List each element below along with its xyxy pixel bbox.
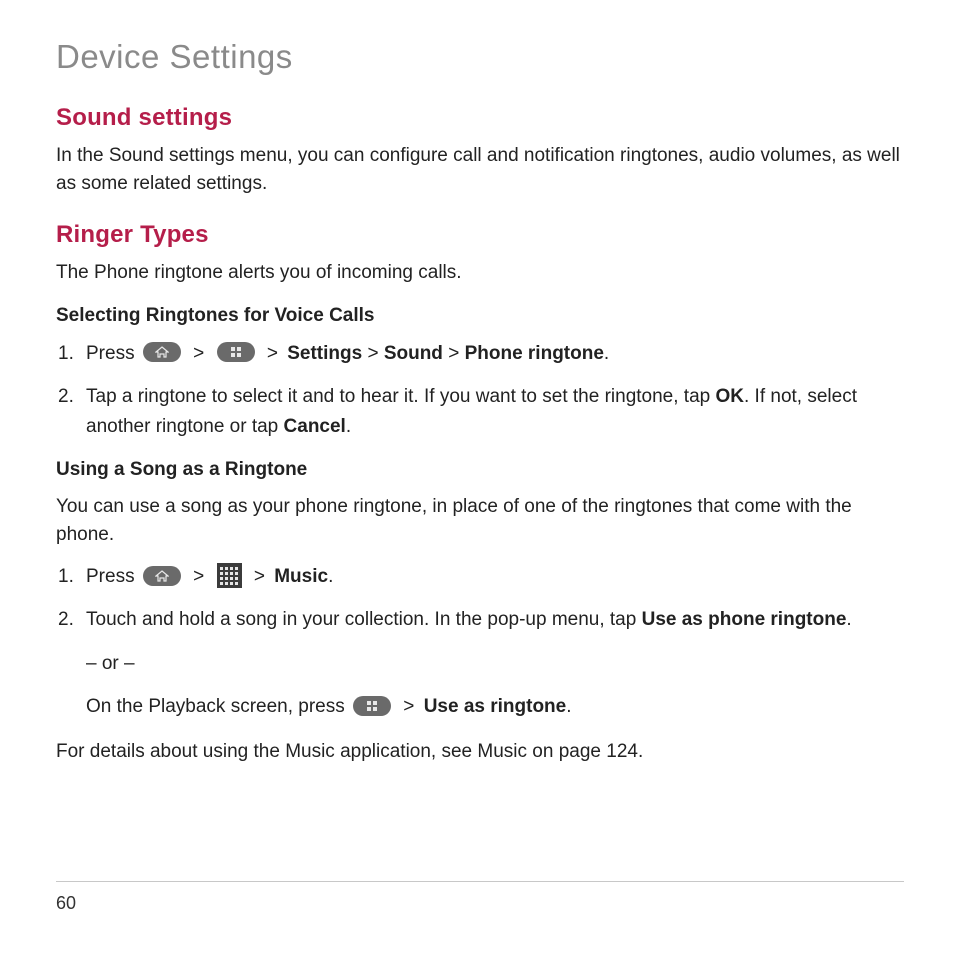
- music-footnote: For details about using the Music applic…: [56, 738, 904, 766]
- use-as-ringtone-label: Use as ringtone: [424, 696, 567, 717]
- list-item: Press > > Settings > Sound > Phone ringt…: [80, 339, 904, 368]
- home-icon: [143, 342, 181, 362]
- subheading-selecting-ringtones: Selecting Ringtones for Voice Calls: [56, 305, 904, 327]
- steps-song-ringtone: Press > > Music. Touch and hold a song i…: [56, 562, 904, 722]
- step1-text-press: Press: [86, 343, 140, 364]
- list-item: Press > > Music.: [80, 562, 904, 591]
- list-item: Touch and hold a song in your collection…: [80, 605, 904, 721]
- chevron-separator: >: [193, 343, 204, 364]
- menu-icon: [353, 696, 391, 716]
- song-step1-press: Press: [86, 566, 140, 587]
- path-phone-ringtone: Phone ringtone: [465, 343, 604, 364]
- path-sound: Sound: [384, 343, 443, 364]
- section-heading-sound: Sound settings: [56, 104, 904, 132]
- chevron-separator: >: [193, 566, 204, 587]
- playback-instruction: On the Playback screen, press > Use as r…: [86, 692, 904, 721]
- or-separator: – or –: [86, 649, 904, 678]
- steps-selecting-ringtones: Press > > Settings > Sound > Phone ringt…: [56, 339, 904, 441]
- subheading-song-ringtone: Using a Song as a Ringtone: [56, 459, 904, 481]
- menu-icon: [217, 342, 255, 362]
- period: .: [604, 343, 609, 364]
- chevron-separator: >: [403, 696, 414, 717]
- ok-label: OK: [716, 386, 745, 407]
- chevron-separator: >: [367, 343, 383, 364]
- step2-text-c: .: [346, 416, 351, 437]
- song-step2-a: Touch and hold a song in your collection…: [86, 609, 642, 630]
- song-step2-b: .: [846, 609, 851, 630]
- period: .: [328, 566, 333, 587]
- chevron-separator: >: [254, 566, 265, 587]
- cancel-label: Cancel: [284, 416, 346, 437]
- page-title: Device Settings: [56, 38, 904, 76]
- step2-text-a: Tap a ringtone to select it and to hear …: [86, 386, 716, 407]
- path-music: Music: [274, 566, 328, 587]
- song-ringtone-description: You can use a song as your phone rington…: [56, 493, 904, 548]
- footer-divider: [56, 881, 904, 882]
- apps-grid-icon: [217, 563, 242, 588]
- path-settings: Settings: [287, 343, 362, 364]
- page-number: 60: [56, 893, 76, 914]
- chevron-separator: >: [448, 343, 464, 364]
- sound-description: In the Sound settings menu, you can conf…: [56, 142, 904, 197]
- playback-text-b: .: [566, 696, 571, 717]
- list-item: Tap a ringtone to select it and to hear …: [80, 382, 904, 441]
- chevron-separator: >: [267, 343, 278, 364]
- playback-text-a: On the Playback screen, press: [86, 696, 350, 717]
- home-icon: [143, 566, 181, 586]
- use-phone-ringtone-label: Use as phone ringtone: [642, 609, 847, 630]
- ringer-description: The Phone ringtone alerts you of incomin…: [56, 259, 904, 287]
- section-heading-ringer: Ringer Types: [56, 221, 904, 249]
